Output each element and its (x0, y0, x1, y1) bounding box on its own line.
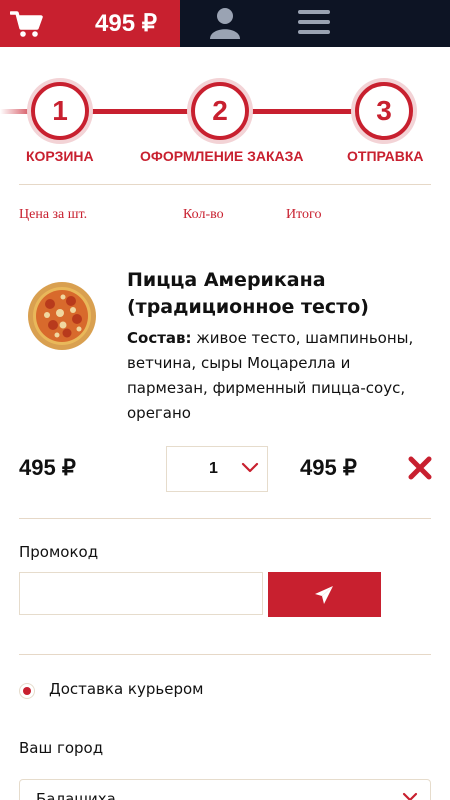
product-title: Пицца Американа (традиционное тесто) (127, 269, 369, 318)
promo-input[interactable] (19, 572, 263, 615)
step-2-circle[interactable]: 2 (191, 82, 249, 140)
step-3-label: ОТПРАВКА (347, 148, 424, 164)
remove-item-icon[interactable] (408, 456, 432, 480)
step-2-label: ОФОРМЛЕНИЕ ЗАКАЗА (140, 148, 304, 164)
city-value: Балашиха (36, 790, 116, 800)
column-total: Итого (286, 207, 322, 222)
line-total: 495 ₽ (300, 455, 357, 480)
quantity-value: 1 (209, 460, 218, 477)
pizza-image (28, 282, 96, 350)
checkout-steps: 1 2 3 КОРЗИНА ОФОРМЛЕНИЕ ЗАКАЗА ОТПРАВКА (0, 78, 450, 168)
send-icon (315, 586, 333, 604)
divider (19, 518, 431, 519)
promo-label: Промокод (19, 543, 99, 561)
cart-button[interactable]: 495 ₽ (0, 0, 180, 47)
unit-price: 495 ₽ (19, 455, 76, 480)
city-label: Ваш город (19, 739, 104, 757)
delivery-courier-label[interactable]: Доставка курьером (49, 680, 203, 698)
divider (19, 654, 431, 655)
composition-label: Состав: (127, 329, 192, 347)
chevron-down-icon (402, 792, 418, 800)
cart-total: 495 ₽ (95, 10, 157, 37)
step-connector (245, 109, 360, 114)
top-bar: 495 ₽ (0, 0, 450, 47)
divider (19, 184, 431, 185)
chevron-down-icon (241, 462, 259, 473)
step-1-circle[interactable]: 1 (31, 82, 89, 140)
delivery-courier-radio[interactable] (19, 683, 35, 699)
step-1-label: КОРЗИНА (26, 148, 94, 164)
column-unit-price: Цена за шт. (19, 207, 88, 222)
step-3-circle[interactable]: 3 (355, 82, 413, 140)
user-icon[interactable] (209, 6, 241, 40)
column-quantity: Кол-во (183, 207, 224, 222)
city-select[interactable]: Балашиха (19, 779, 431, 800)
product-composition: Состав: живое тесто, шампиньоны, ветчина… (127, 326, 427, 426)
step-connector (85, 109, 195, 114)
quantity-select[interactable]: 1 (166, 446, 268, 492)
cart-icon (10, 11, 43, 37)
promo-submit-button[interactable] (268, 572, 381, 617)
menu-icon[interactable] (298, 10, 330, 36)
